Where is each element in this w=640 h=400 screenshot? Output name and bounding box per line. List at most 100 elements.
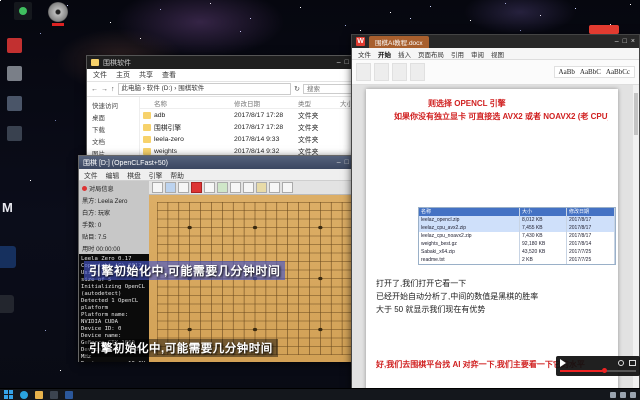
up-icon[interactable]: ↑ [111, 86, 115, 93]
minimize-icon[interactable]: – [337, 159, 341, 166]
pinned-app-blue[interactable] [0, 246, 16, 268]
sidebar-item[interactable]: 下载 [87, 123, 139, 135]
table-header-cell: 修改日期 [567, 208, 615, 216]
taskbar-app-word[interactable] [65, 390, 73, 399]
table-cell: 2 KB [520, 256, 567, 264]
sidebar-item[interactable]: 文档 [87, 135, 139, 147]
maximize-icon[interactable]: □ [623, 38, 627, 45]
console-line: Platform name: NVIDIA CUDA [81, 312, 129, 325]
minimize-icon[interactable]: – [337, 59, 341, 66]
console-line: Initializing OpenCL (autodetect) [81, 284, 145, 297]
toolbar-icon[interactable] [230, 182, 241, 193]
fullscreen-icon[interactable] [629, 360, 636, 366]
column-header[interactable]: 名称 [140, 98, 234, 108]
style-preset[interactable]: AaBb [559, 68, 575, 76]
network-icon[interactable] [630, 391, 636, 398]
file-row[interactable]: leela-zero 2017/8/14 9:33 文件夹 [140, 133, 361, 145]
ribbon-button[interactable] [356, 63, 371, 81]
ribbon-button[interactable] [392, 63, 407, 81]
ribbon-button[interactable] [374, 63, 389, 81]
file-list-header: 名称 修改日期 类型 大小 [140, 97, 361, 109]
explorer-menu-item[interactable]: 查看 [162, 70, 176, 80]
file-row[interactable]: 围棋引擎 2017/8/17 17:28 文件夹 [140, 121, 361, 133]
settings-icon[interactable] [618, 360, 624, 366]
play-icon[interactable] [560, 359, 566, 367]
disc-icon[interactable] [48, 2, 68, 26]
document-titlebar[interactable]: W 围棋AI教程.docx – □ × [352, 35, 639, 48]
toolbar-icon[interactable] [269, 182, 280, 193]
game-info-line: 白方: 玩家 [82, 208, 146, 217]
toolbar-icon[interactable] [256, 182, 267, 193]
video-progress-handle[interactable] [601, 368, 607, 373]
volume-icon[interactable] [620, 391, 626, 398]
ribbon-tab[interactable]: 文件 [358, 49, 371, 59]
refresh-icon[interactable]: ↻ [294, 85, 300, 93]
ribbon-tab[interactable]: 插入 [398, 49, 411, 59]
go-menu-item[interactable]: 编辑 [106, 170, 120, 180]
close-icon[interactable]: × [631, 38, 635, 45]
explorer-addressbar: ← → ↑ 此电脑 › 软件 (D:) › 围棋软件 ↻ [87, 82, 361, 97]
toolbar-icon[interactable] [178, 182, 189, 193]
maximize-icon[interactable]: □ [345, 59, 349, 66]
file-type: 文件夹 [298, 113, 319, 120]
back-icon[interactable]: ← [91, 86, 98, 93]
column-header[interactable]: 类型 [298, 98, 340, 108]
video-progress-bar[interactable] [560, 368, 636, 373]
video-controls [556, 356, 640, 376]
ribbon-tab[interactable]: 审阅 [471, 49, 484, 59]
toolbar-icon[interactable] [165, 182, 176, 193]
path-input[interactable]: 此电脑 › 软件 (D:) › 围棋软件 [117, 83, 292, 95]
style-preset[interactable]: AaBbCc [606, 68, 630, 76]
sidebar-item[interactable]: 快速访问 [87, 99, 139, 111]
file-row[interactable]: adb 2017/8/17 17:28 文件夹 [140, 109, 361, 121]
toolbar-icon[interactable] [282, 182, 293, 193]
notification-badge[interactable] [589, 25, 619, 34]
desktop-icon-red[interactable] [7, 38, 22, 53]
pinned-app-dark[interactable] [0, 295, 14, 313]
sidebar-item[interactable]: 桌面 [87, 111, 139, 123]
go-menu-item[interactable]: 帮助 [170, 170, 184, 180]
toolbar-icon[interactable] [217, 182, 228, 193]
document-page[interactable]: 则选择 OPENCL 引擎 如果你没有独立显卡 可直接选 AVX2 或者 NOA… [366, 89, 618, 393]
scrollbar[interactable] [633, 85, 639, 393]
desktop-icon-3[interactable] [7, 96, 22, 111]
maximize-icon[interactable]: □ [345, 159, 349, 166]
toolbar-icon[interactable] [204, 182, 215, 193]
minimize-icon[interactable]: – [615, 38, 619, 45]
ribbon-tab[interactable]: 页面布局 [418, 49, 444, 59]
desktop-icon-4[interactable] [7, 126, 22, 141]
ribbon-tab[interactable]: 开始 [378, 49, 391, 59]
scrollbar-thumb[interactable] [634, 93, 638, 135]
go-app-titlebar[interactable]: 围棋 [D:] (OpenCLFast+50) – □ × [79, 156, 361, 169]
desktop-icon-2[interactable] [7, 66, 22, 81]
go-menu-item[interactable]: 引擎 [149, 170, 163, 180]
forward-icon[interactable]: → [101, 86, 108, 93]
chevron-up-icon[interactable] [610, 391, 616, 398]
table-cell: 2017/8/17 [567, 232, 615, 240]
style-preset[interactable]: AaBbC [580, 68, 601, 76]
search-input[interactable] [303, 84, 357, 94]
column-header[interactable]: 修改日期 [234, 98, 298, 108]
app-icon-green[interactable] [14, 2, 32, 20]
explorer-titlebar[interactable]: 围棋软件 – □ × [87, 56, 361, 69]
toolbar-icon[interactable] [191, 182, 202, 193]
console-line: Detected 1 OpenCL platform [81, 298, 139, 311]
go-menu-item[interactable]: 棋盘 [127, 170, 141, 180]
ribbon-button[interactable] [410, 63, 425, 81]
start-button[interactable] [4, 390, 13, 399]
game-info-text: 黑方: Leela Zero [82, 198, 128, 205]
file-name: 围棋引擎 [154, 125, 182, 132]
ribbon-tab[interactable]: 引用 [451, 49, 464, 59]
go-menu-item[interactable]: 文件 [84, 170, 98, 180]
toolbar-icon[interactable] [152, 182, 163, 193]
explorer-menu-item[interactable]: 主页 [116, 70, 130, 80]
ribbon-tab[interactable]: 视图 [491, 49, 504, 59]
document-tab[interactable]: 围棋AI教程.docx [369, 35, 429, 48]
taskbar-app-browser[interactable] [20, 390, 28, 399]
explorer-menu-item[interactable]: 文件 [93, 70, 107, 80]
taskbar-app-dark[interactable] [50, 390, 58, 399]
go-toolbar [149, 181, 361, 195]
explorer-menu-item[interactable]: 共享 [139, 70, 153, 80]
toolbar-icon[interactable] [243, 182, 254, 193]
taskbar-app-explorer[interactable] [35, 390, 43, 399]
